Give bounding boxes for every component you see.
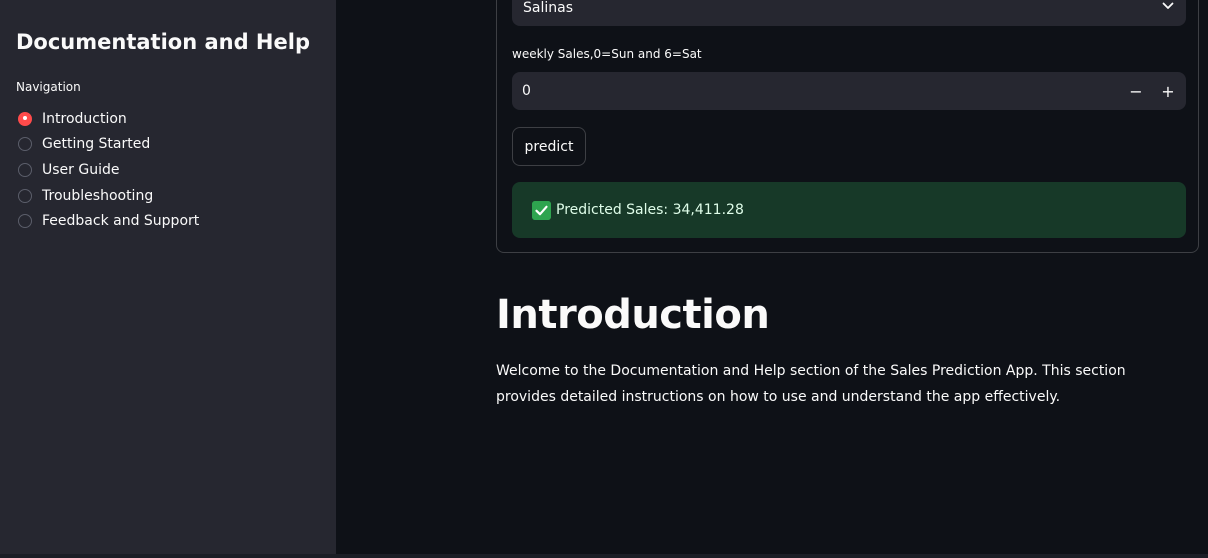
store-select-value: Salinas [523,0,573,16]
nav-radio-user-guide[interactable]: User Guide [18,157,199,183]
nav-radio-label: Feedback and Support [42,213,200,230]
intro-paragraph: Welcome to the Documentation and Help se… [496,363,1126,405]
nav-radio-label: Introduction [42,110,127,127]
sidebar: Documentation and Help Navigation Introd… [0,0,336,558]
nav-radio-getting-started[interactable]: Getting Started [18,132,199,158]
day-number-value[interactable]: 0 [522,83,531,99]
nav-radio-label: Troubleshooting [42,187,154,204]
nav-radio-troubleshooting[interactable]: Troubleshooting [18,183,199,209]
navigation-label: Navigation [16,80,81,94]
prediction-result-text: Predicted Sales: 34,411.28 [556,202,744,218]
radio-unselected-icon[interactable] [18,214,32,229]
nav-radio-label: Getting Started [42,136,151,153]
bottom-divider [0,554,1208,558]
store-select[interactable]: Salinas [512,0,1186,26]
nav-radio-feedback-and-support[interactable]: Feedback and Support [18,208,199,234]
prediction-result-alert: Predicted Sales: 34,411.28 [512,182,1186,238]
radio-unselected-icon[interactable] [18,162,32,177]
decrement-button[interactable]: − [1120,72,1152,110]
predict-button[interactable]: predict [512,127,586,166]
chevron-down-icon[interactable] [1162,1,1174,11]
nav-radio-label: User Guide [42,161,120,178]
sidebar-title: Documentation and Help [16,30,310,54]
day-field-label: weekly Sales,0=Sun and 6=Sat [512,47,702,61]
increment-button[interactable]: + [1152,72,1184,110]
app-root: Documentation and Help Navigation Introd… [0,0,1208,558]
radio-unselected-icon[interactable] [18,137,32,152]
navigation-radio-group: Introduction Getting Started User Guide … [18,106,199,234]
check-icon [532,201,551,220]
radio-unselected-icon[interactable] [18,188,32,203]
radio-selected-icon[interactable] [18,111,32,126]
nav-radio-introduction[interactable]: Introduction [18,106,199,132]
page-heading: Introduction [496,292,770,338]
day-number-input[interactable]: 0 − + [512,72,1186,110]
